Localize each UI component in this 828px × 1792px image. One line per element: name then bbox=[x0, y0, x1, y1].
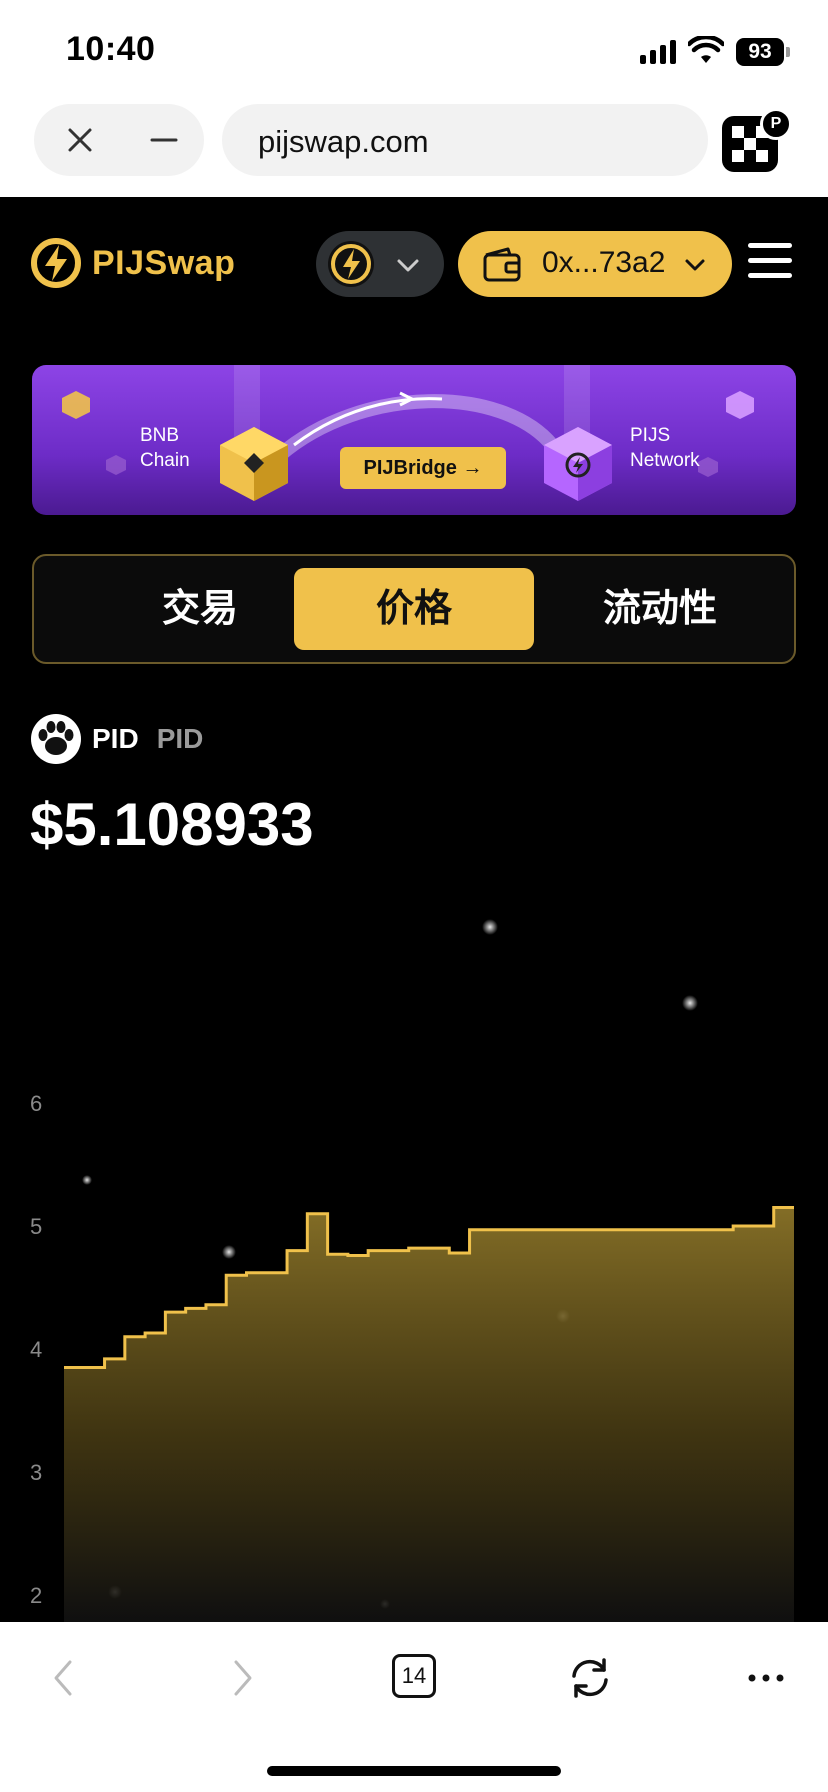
tabs-button[interactable]: 14 bbox=[392, 1654, 436, 1698]
tab-trade[interactable]: 交易 bbox=[80, 568, 320, 650]
forward-icon[interactable] bbox=[218, 1654, 266, 1702]
refresh-icon[interactable] bbox=[566, 1654, 614, 1702]
chevron-down-icon bbox=[397, 259, 419, 272]
wallet-address: 0x...73a2 bbox=[542, 246, 666, 279]
chevron-down-icon bbox=[685, 259, 705, 271]
banner-target-line2: Network bbox=[630, 450, 700, 471]
close-icon[interactable] bbox=[62, 122, 98, 158]
pijbridge-button[interactable]: PIJBridge → bbox=[340, 447, 506, 489]
tab-bar: 交易 价格 流动性 bbox=[32, 554, 796, 664]
browser-bottom-toolbar: 14 bbox=[0, 1622, 828, 1792]
wallet-button[interactable]: 0x...73a2 bbox=[458, 231, 732, 297]
brand-name: PIJSwap bbox=[92, 243, 236, 282]
banner-target-chain: PIJS Network bbox=[630, 423, 700, 473]
bridge-banner[interactable]: BNB Chain PIJBridge → PIJS Network bbox=[32, 365, 796, 515]
brand-logo[interactable]: PIJSwap bbox=[30, 237, 235, 289]
token-selector[interactable]: PID PID bbox=[30, 713, 203, 765]
tab-price[interactable]: 价格 bbox=[294, 568, 534, 650]
tab-liquidity[interactable]: 流动性 bbox=[540, 568, 780, 650]
hamburger-menu-icon[interactable] bbox=[748, 243, 792, 283]
address-bar[interactable]: pijswap.com bbox=[222, 104, 708, 176]
banner-source-chain: BNB Chain bbox=[140, 423, 190, 473]
token-symbol-secondary: PID bbox=[156, 723, 204, 754]
url-text: pijswap.com bbox=[258, 124, 429, 159]
extension-badge: P bbox=[760, 108, 792, 140]
home-indicator bbox=[267, 1766, 561, 1776]
cellular-signal-icon bbox=[640, 40, 676, 64]
dapp-content: PIJSwap 0x...73a2 BNB Chain PIJBridge → … bbox=[0, 197, 828, 1622]
lightning-bolt-icon bbox=[31, 238, 81, 288]
y-tick-label: 6 bbox=[30, 1091, 42, 1116]
banner-source-line1: BNB bbox=[140, 425, 180, 446]
back-icon[interactable] bbox=[40, 1654, 88, 1702]
paw-icon bbox=[31, 714, 81, 764]
minimize-icon[interactable] bbox=[146, 122, 182, 158]
price-area bbox=[64, 1207, 794, 1622]
y-tick-label: 5 bbox=[30, 1214, 42, 1239]
status-time: 10:40 bbox=[66, 30, 156, 68]
bnb-cube-icon bbox=[220, 427, 288, 501]
token-price: $5.108933 bbox=[30, 791, 314, 858]
browser-toolbar: pijswap.com P bbox=[0, 92, 828, 197]
y-tick-label: 4 bbox=[30, 1337, 42, 1362]
chain-selector-button[interactable] bbox=[316, 231, 444, 297]
status-bar: 10:40 93 bbox=[0, 0, 828, 92]
wifi-icon bbox=[688, 36, 724, 63]
y-tick-label: 2 bbox=[30, 1583, 42, 1608]
battery-icon: 93 bbox=[736, 38, 790, 66]
wallet-icon bbox=[483, 247, 521, 282]
banner-target-line1: PIJS bbox=[630, 425, 671, 446]
more-icon[interactable] bbox=[742, 1654, 790, 1702]
price-chart: 123456 bbox=[30, 1091, 794, 1622]
lightning-bolt-icon bbox=[328, 241, 374, 287]
token-symbol: PID bbox=[92, 723, 139, 754]
y-axis-ticks: 123456 bbox=[30, 1091, 42, 1608]
page-controls bbox=[34, 104, 204, 176]
y-tick-label: 3 bbox=[30, 1460, 42, 1485]
banner-source-line2: Chain bbox=[140, 450, 190, 471]
